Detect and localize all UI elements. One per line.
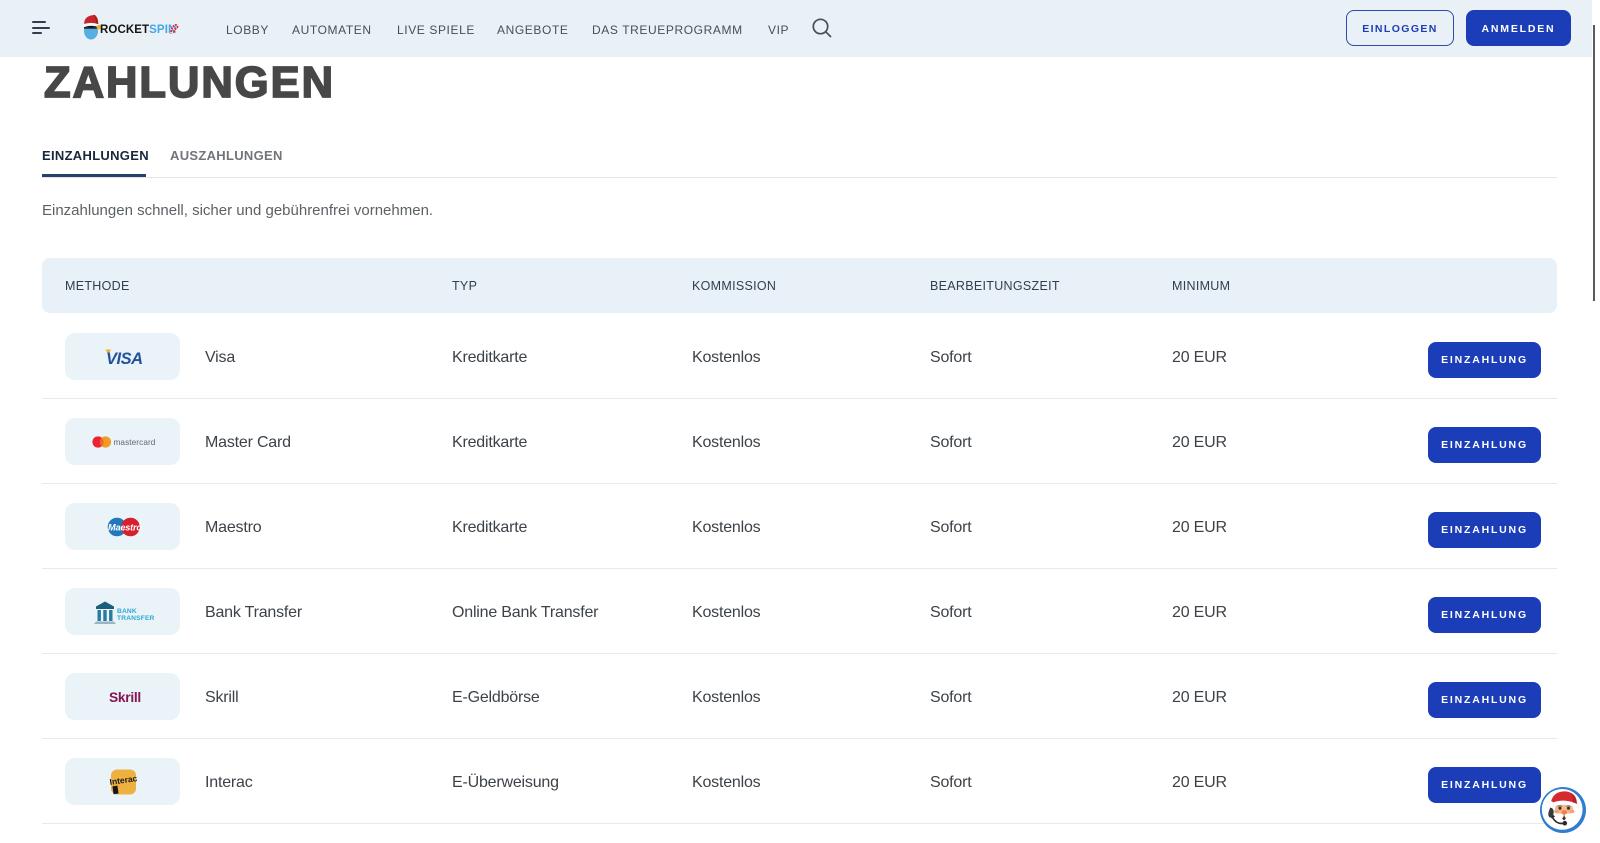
svg-text:VISA: VISA [106, 350, 143, 368]
svg-text:mastercard: mastercard [114, 438, 156, 447]
svg-text:BANK: BANK [117, 608, 137, 615]
svg-text:Skrill: Skrill [109, 690, 141, 705]
svg-text:Maestro: Maestro [108, 523, 142, 533]
svg-text:TRANSFER: TRANSFER [117, 615, 155, 622]
